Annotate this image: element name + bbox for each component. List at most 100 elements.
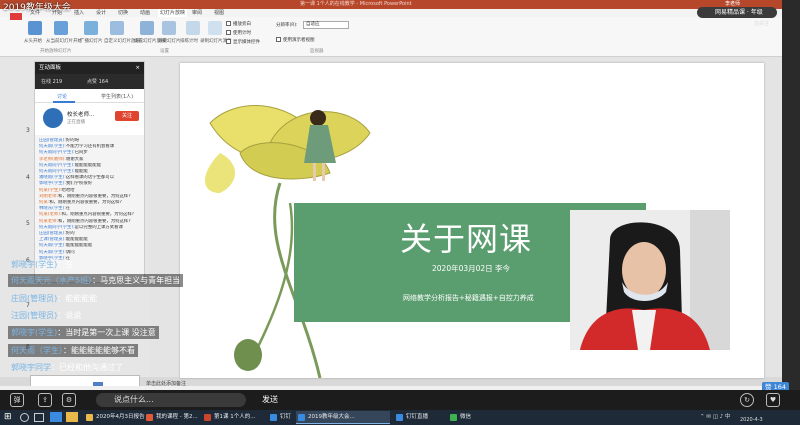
setup-show-icon[interactable]	[140, 21, 154, 35]
refresh-icon[interactable]: ↻	[740, 393, 754, 407]
from-beginning-icon[interactable]	[28, 21, 42, 35]
chat-author[interactable]: 何某(学生):	[39, 188, 61, 193]
ppt-ribbon: 从头开始 从当前幻灯片开始 广播幻灯片 自定义幻灯片放映 设置幻灯片放映 隐藏幻…	[0, 17, 782, 57]
ribbon-btn-from-current[interactable]: 从当前幻灯片开始	[46, 38, 82, 44]
ribbon-btn-rehearse[interactable]: 排练计时	[180, 38, 198, 44]
channel-badge[interactable]: 网易精品课 · 年级	[697, 7, 777, 18]
danmaku-item: 汪园(管理员)：说说	[11, 311, 82, 320]
taskbar-app[interactable]: 2020年4月3日报告	[84, 411, 145, 424]
taskbar-app[interactable]: 微信	[448, 411, 484, 424]
rehearse-icon[interactable]	[186, 21, 200, 35]
online-count: 在线 219	[41, 79, 63, 85]
taskbar-app[interactable]: 第1课 1个人的...	[202, 411, 264, 424]
hide-slide-icon[interactable]	[162, 21, 176, 35]
chat-author[interactable]: 何天雨同学(学生):	[39, 150, 75, 155]
chat-author[interactable]: 上课(管理员):	[39, 237, 66, 242]
danmaku-item: 郭晓宇(学生)：当时是第一次上课 没注意	[8, 326, 159, 339]
taskbar-app-label: 微信	[460, 414, 472, 420]
chat-author[interactable]: 何天雨(学生):	[39, 243, 66, 248]
group-start: 开始放映幻灯片	[40, 49, 72, 54]
check-timings[interactable]: 使用计时	[226, 30, 251, 36]
ribbon-btn-from-beginning[interactable]: 从头开始	[24, 38, 42, 44]
chat-author[interactable]: 何天雨(学生):	[39, 144, 66, 149]
follow-link[interactable]: 加关注	[754, 20, 769, 27]
avatar	[43, 108, 63, 128]
chat-author[interactable]: 庄园(管理员):	[39, 138, 66, 143]
panel-header: 互动面板 ×	[35, 62, 144, 74]
taskbar-app[interactable]: 我的课程 - 第2...	[144, 411, 200, 424]
live-title: 2019教年级大会	[3, 3, 71, 13]
danmaku-item: 郭晓宇同学：已经和他沟通过了	[11, 363, 123, 372]
chat-author[interactable]: 何天雨同学(学生):	[39, 225, 75, 230]
thumb-number: 3	[26, 127, 30, 134]
check-media-controls[interactable]: 显示媒体控件	[226, 39, 260, 45]
tab-view[interactable]: 视图	[214, 9, 224, 17]
chat-text: 好的呀	[65, 138, 80, 143]
chat-text: 能能能能能能	[74, 162, 101, 168]
chat-author[interactable]: 刘刚老师:	[39, 194, 58, 199]
tray-icons[interactable]: ⌃ ✉ ◫ ♪ 中	[700, 412, 730, 420]
task-view-icon[interactable]	[34, 413, 44, 422]
gift-icon[interactable]: ♥	[766, 393, 780, 407]
taskbar-app[interactable]: 钉钉	[268, 411, 294, 424]
chat-author[interactable]: 李老师(教师):	[39, 157, 66, 162]
taskbar-app[interactable]: 2019教年级大会...	[296, 411, 390, 424]
chat-text: 和，刚刚重点内容很重要，为何这样?	[58, 193, 131, 199]
share-icon[interactable]: ⇪	[38, 393, 52, 407]
record-icon[interactable]	[208, 21, 222, 35]
taskbar-app-label: 我的课程 - 第2...	[156, 414, 198, 420]
resolution-select[interactable]: 自适应	[303, 21, 349, 29]
chat-author[interactable]: 林晓东(学生):	[39, 206, 66, 211]
tab-design[interactable]: 设计	[96, 9, 106, 17]
ppt-title-bar: 第一课 1个人的在线教学 - Microsoft PowerPoint 李老师	[0, 0, 782, 9]
ribbon-btn-hide[interactable]: 隐藏幻灯片	[158, 38, 181, 44]
app-icon	[86, 414, 93, 421]
send-button[interactable]: 发送	[250, 393, 290, 407]
chat-input[interactable]: 说点什么...	[96, 393, 246, 407]
settings-icon[interactable]: ⚙	[62, 393, 76, 407]
close-icon[interactable]: ×	[135, 62, 140, 74]
tab-insert[interactable]: 插入	[74, 9, 84, 17]
follow-button[interactable]: 关注	[115, 111, 139, 121]
app-icon	[298, 414, 305, 421]
chat-text: 能能能能能能	[65, 243, 93, 249]
tab-students[interactable]: 学生列表(1人)	[101, 93, 133, 100]
danmaku-toggle-icon[interactable]: 弹	[10, 393, 24, 407]
panel-title: 互动面板	[39, 65, 62, 71]
taskbar-app[interactable]: 钉钉直播	[394, 411, 444, 424]
tab-slideshow[interactable]: 幻灯片放映	[158, 9, 188, 17]
chat-author[interactable]: 何天雨同学(学生):	[39, 163, 75, 168]
check-narration[interactable]: 播放旁白	[226, 21, 251, 27]
from-current-icon[interactable]	[54, 21, 68, 35]
ribbon-btn-broadcast[interactable]: 广播幻灯片	[80, 38, 103, 44]
custom-show-icon[interactable]	[110, 21, 124, 35]
chat-author[interactable]: 何某(老师):	[39, 212, 61, 217]
slide-subtitle: 网络教学分析报告+秘籍遇报+自控力养成	[403, 294, 534, 302]
chat-author[interactable]: 何某老师:	[39, 219, 58, 224]
check-presenter-view[interactable]: 使用演示者视图	[276, 37, 315, 43]
chat-author[interactable]: 庄园(管理员):	[39, 231, 66, 236]
live-input-bar: 弹 ⇪ ⚙ 说点什么... 发送 ↻ ♥	[0, 390, 800, 410]
taskbar-app-label: 2019教年级大会...	[308, 414, 355, 420]
tab-discussion[interactable]: 讨论	[57, 93, 67, 100]
chat-text: 哈哈哈	[61, 187, 75, 193]
chat-author[interactable]: 潘晓雨(学生):	[39, 175, 66, 180]
tab-animations[interactable]: 动画	[140, 9, 150, 17]
chat-text: 能能能	[74, 169, 88, 175]
chat-author[interactable]: 何天雨同学(学生):	[39, 169, 75, 174]
search-icon[interactable]	[20, 413, 29, 422]
edge-icon[interactable]	[50, 412, 62, 422]
taskbar-app-label: 钉钉直播	[406, 414, 429, 420]
chat-author[interactable]: 何某:	[39, 200, 49, 205]
app-icon	[146, 414, 153, 421]
tab-transitions[interactable]: 切换	[118, 9, 128, 17]
screen: 第一课 1个人的在线教学 - Microsoft PowerPoint 李老师 …	[0, 0, 800, 425]
windows-start-icon[interactable]: ⊞	[4, 413, 13, 422]
channel-name: 网易精品课 · 年级	[715, 9, 763, 16]
broadcast-icon[interactable]	[84, 21, 98, 35]
chat-author[interactable]: 何天雨(学生):	[39, 250, 66, 255]
folder-icon[interactable]	[66, 412, 78, 422]
app-icon	[204, 414, 211, 421]
tab-review[interactable]: 审阅	[192, 9, 202, 17]
chat-author[interactable]: 郭晓宇(学生):	[39, 181, 66, 186]
